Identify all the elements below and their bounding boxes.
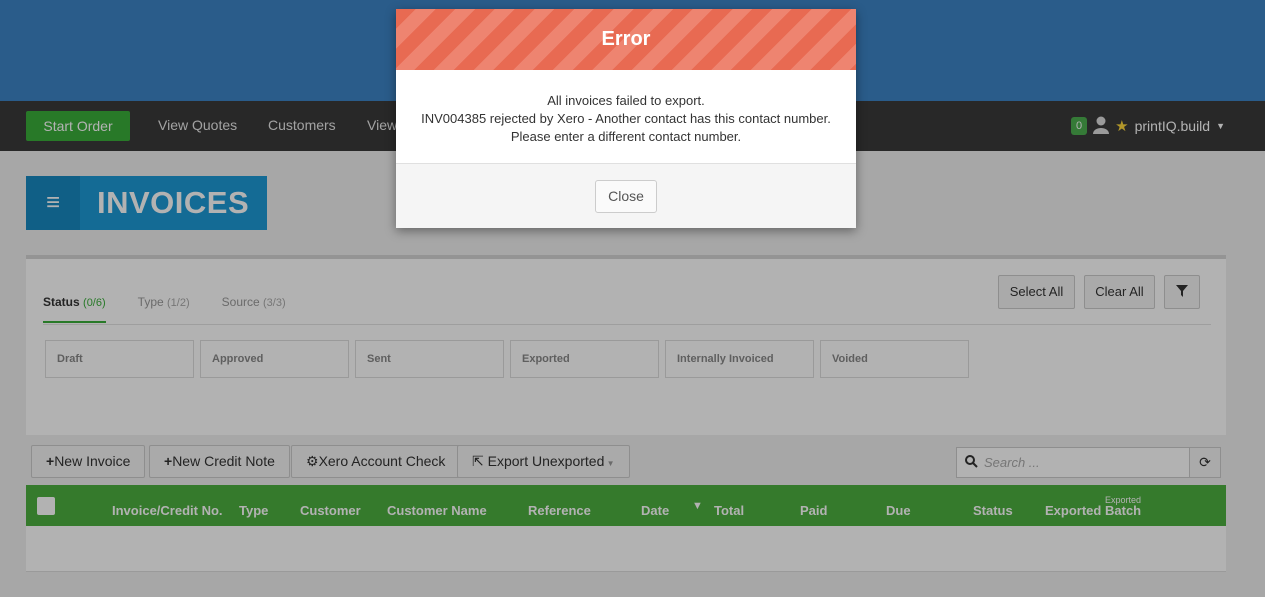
error-dialog-message: All invoices failed to export. INV004385…: [396, 70, 856, 164]
error-dialog-title: Error: [601, 28, 651, 50]
error-dialog: Error All invoices failed to export. INV…: [396, 9, 856, 228]
error-dialog-header: Error: [396, 9, 856, 70]
error-message-line-2: INV004385 rejected by Xero - Another con…: [421, 111, 831, 126]
error-message-line-1: All invoices failed to export.: [547, 93, 705, 108]
error-dialog-footer: Close: [396, 164, 856, 228]
close-button[interactable]: Close: [595, 179, 657, 213]
error-message-line-3: Please enter a different contact number.: [510, 129, 742, 144]
